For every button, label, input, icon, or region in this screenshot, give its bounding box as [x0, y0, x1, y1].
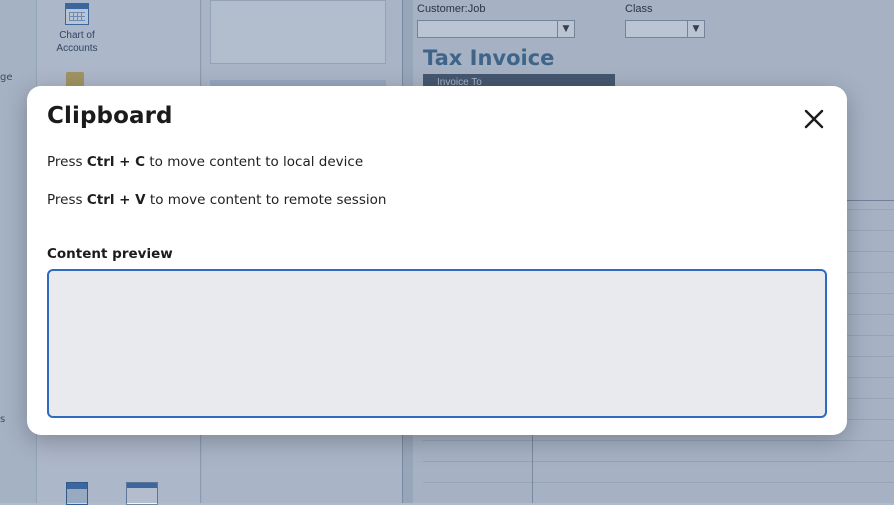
instruction-prefix: Press	[47, 154, 87, 170]
clipboard-dialog: Clipboard Press Ctrl + C to move content…	[27, 86, 847, 435]
content-preview-textarea[interactable]	[47, 269, 827, 418]
instruction-prefix: Press	[47, 192, 87, 208]
dialog-title: Clipboard	[47, 103, 173, 129]
close-icon	[804, 109, 824, 129]
copy-instruction: Press Ctrl + C to move content to local …	[47, 154, 363, 170]
instruction-suffix: to move content to remote session	[145, 192, 387, 208]
close-button[interactable]	[801, 106, 827, 132]
content-preview-label: Content preview	[47, 246, 173, 262]
copy-shortcut: Ctrl + C	[86, 154, 146, 170]
paste-instruction: Press Ctrl + V to move content to remote…	[47, 192, 386, 208]
paste-shortcut: Ctrl + V	[86, 192, 146, 208]
instruction-suffix: to move content to local device	[145, 154, 364, 170]
